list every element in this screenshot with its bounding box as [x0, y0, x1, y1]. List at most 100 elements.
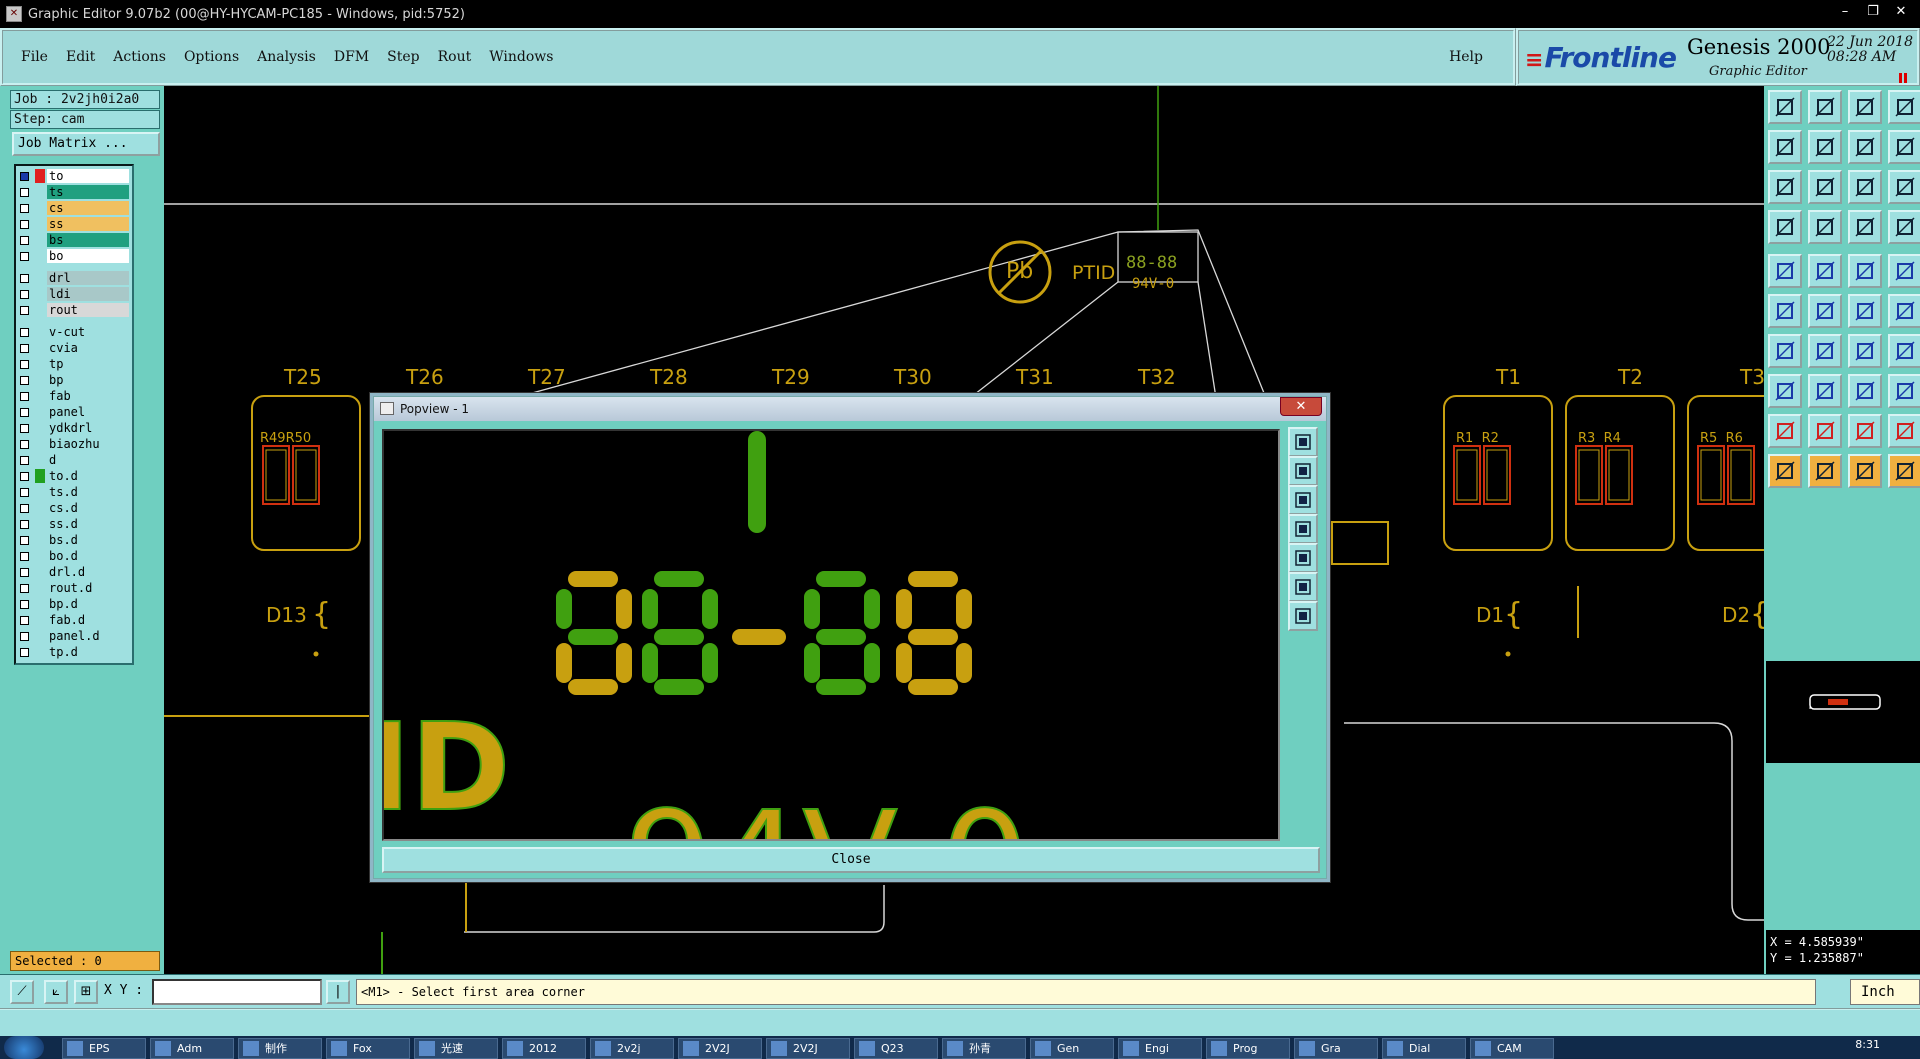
grid-icon[interactable] [1808, 210, 1842, 244]
layer-color-swatch[interactable] [35, 233, 45, 247]
move-icon[interactable] [1848, 294, 1882, 328]
layer-name[interactable]: bo.d [47, 549, 129, 563]
menu-analysis[interactable]: Analysis [257, 49, 316, 65]
layer-row[interactable]: panel [16, 404, 132, 420]
layer-name[interactable]: rout [47, 303, 129, 317]
snap-icon[interactable]: ⟋ [10, 980, 34, 1004]
cursor-icon[interactable]: | [326, 980, 350, 1004]
layer-name[interactable]: bp [47, 373, 129, 387]
taskbar-item[interactable]: Gra [1294, 1038, 1378, 1059]
layer-row[interactable]: rout [16, 302, 132, 318]
page-icon[interactable] [1888, 130, 1920, 164]
layer-name[interactable]: rout.d [47, 581, 129, 595]
layer-name[interactable]: cvia [47, 341, 129, 355]
popview-title-bar[interactable]: Popview - 1 [374, 397, 1326, 421]
taskbar-item[interactable]: 2V2J [766, 1038, 850, 1059]
layer-color-swatch[interactable] [35, 341, 45, 355]
layer-checkbox[interactable] [20, 519, 29, 529]
layer-row[interactable]: to.d [16, 468, 132, 484]
taskbar-item[interactable]: 光速 [414, 1038, 498, 1059]
taskbar-item[interactable]: CAM [1470, 1038, 1554, 1059]
layer-row[interactable]: ts.d [16, 484, 132, 500]
layer-checkbox[interactable] [20, 471, 29, 481]
layer-row[interactable]: drl [16, 270, 132, 286]
menu-edit[interactable]: Edit [66, 49, 95, 65]
layer-row[interactable]: cs [16, 200, 132, 216]
layer-checkbox[interactable] [20, 305, 29, 315]
layer-row[interactable]: rout.d [16, 580, 132, 596]
text-icon[interactable] [1888, 334, 1920, 368]
layer-name[interactable]: d [47, 453, 129, 467]
zoom-in-icon[interactable] [1768, 130, 1802, 164]
arc-icon[interactable] [1848, 334, 1882, 368]
layer-checkbox[interactable] [20, 631, 29, 641]
layer-color-swatch[interactable] [35, 533, 45, 547]
layer-row[interactable]: tp [16, 356, 132, 372]
layer-name[interactable]: ts.d [47, 485, 129, 499]
popview-zoom-tool-icon[interactable] [1288, 601, 1318, 631]
triangle-icon[interactable] [1768, 414, 1802, 448]
layer-color-swatch[interactable] [35, 469, 45, 483]
layer-row[interactable]: to [16, 168, 132, 184]
taskbar-item[interactable]: EPS [62, 1038, 146, 1059]
save-icon[interactable] [1808, 90, 1842, 124]
layer-row[interactable]: cvia [16, 340, 132, 356]
snap-icon[interactable] [1848, 210, 1882, 244]
layer-color-swatch[interactable] [35, 271, 45, 285]
minimize-button[interactable]: – [1834, 3, 1856, 21]
layer-row[interactable]: d [16, 452, 132, 468]
layer-color-swatch[interactable] [35, 217, 45, 231]
layer-name[interactable]: bo [47, 249, 129, 263]
layer-color-swatch[interactable] [35, 501, 45, 515]
layer-color-swatch[interactable] [35, 645, 45, 659]
layer-row[interactable]: bp [16, 372, 132, 388]
layer-name[interactable]: fab.d [47, 613, 129, 627]
layer-checkbox[interactable] [20, 391, 29, 401]
layer-checkbox[interactable] [20, 487, 29, 497]
job-matrix-button[interactable]: Job Matrix ... [12, 132, 160, 156]
layer-color-swatch[interactable] [35, 169, 45, 183]
layer-row[interactable]: drl.d [16, 564, 132, 580]
window-icon[interactable] [1888, 90, 1920, 124]
layer-checkbox[interactable] [20, 551, 29, 561]
taskbar-item[interactable]: Prog [1206, 1038, 1290, 1059]
layer-checkbox[interactable] [20, 647, 29, 657]
menu-help[interactable]: Help [1449, 49, 1483, 65]
outline-icon[interactable] [1848, 414, 1882, 448]
layer-checkbox[interactable] [20, 359, 29, 369]
taskbar-item[interactable]: Gen [1030, 1038, 1114, 1059]
popview-close-x-button[interactable]: ✕ [1280, 397, 1322, 416]
layer-row[interactable]: tp.d [16, 644, 132, 660]
layer-checkbox[interactable] [20, 251, 29, 261]
layer-name[interactable]: panel.d [47, 629, 129, 643]
layer-checkbox[interactable] [20, 343, 29, 353]
layer-color-swatch[interactable] [35, 549, 45, 563]
layer-color-swatch[interactable] [35, 201, 45, 215]
taskbar-item[interactable]: Engi [1118, 1038, 1202, 1059]
layer-color-swatch[interactable] [35, 185, 45, 199]
taskbar-item[interactable]: 2v2j [590, 1038, 674, 1059]
circle-icon[interactable] [1888, 254, 1920, 288]
layer-name[interactable]: ydkdrl [47, 421, 129, 435]
layer-checkbox[interactable] [20, 583, 29, 593]
layer-name[interactable]: ldi [47, 287, 129, 301]
popview-zoom-tool-icon[interactable] [1288, 456, 1318, 486]
layer-checkbox[interactable] [20, 455, 29, 465]
layer-name[interactable]: bp.d [47, 597, 129, 611]
layer-row[interactable]: ldi [16, 286, 132, 302]
connect-icon[interactable] [1768, 294, 1802, 328]
layer-color-swatch[interactable] [35, 613, 45, 627]
layer-row[interactable]: ss [16, 216, 132, 232]
line-icon[interactable] [1808, 254, 1842, 288]
layer-row[interactable]: ss.d [16, 516, 132, 532]
menu-rout[interactable]: Rout [438, 49, 472, 65]
layer-color-swatch[interactable] [35, 249, 45, 263]
layer-color-swatch[interactable] [35, 421, 45, 435]
layer-name[interactable]: ss.d [47, 517, 129, 531]
taskbar-item[interactable]: 2V2J [678, 1038, 762, 1059]
layer-color-swatch[interactable] [35, 389, 45, 403]
menu-options[interactable]: Options [184, 49, 239, 65]
layer-color-swatch[interactable] [35, 325, 45, 339]
layer-checkbox[interactable] [20, 235, 29, 245]
taskbar-item[interactable]: 2012 [502, 1038, 586, 1059]
